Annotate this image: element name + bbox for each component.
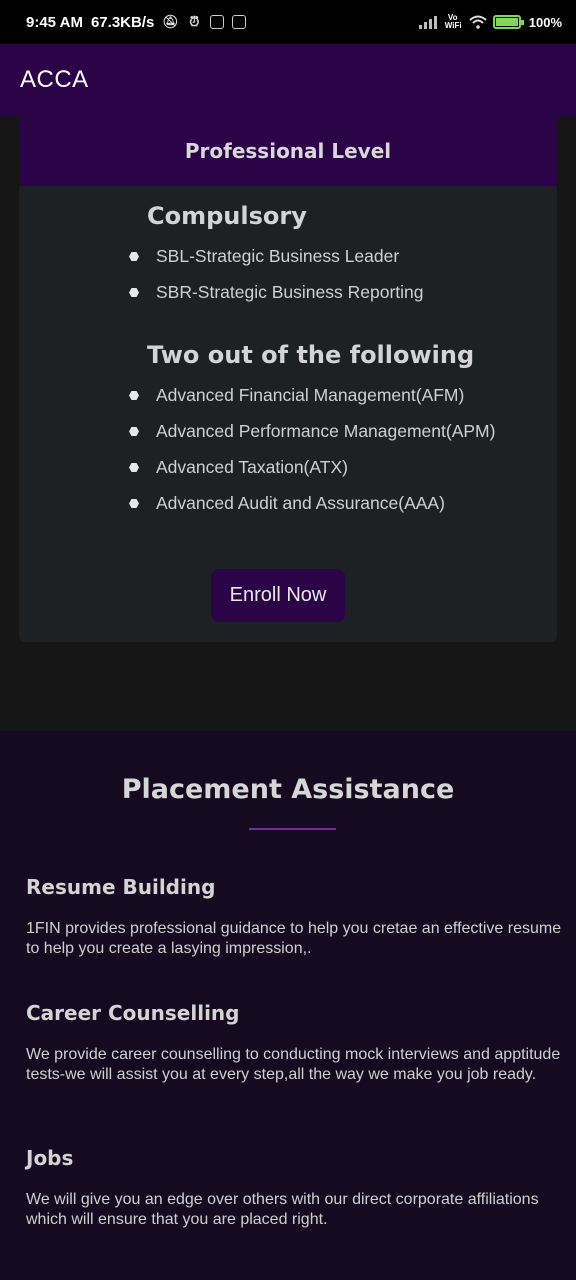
list-item-label: SBR-Strategic Business Reporting — [156, 282, 424, 302]
alarm-icon: ⏰︎ — [189, 14, 200, 29]
jobs-heading: Jobs — [26, 1146, 74, 1170]
battery-percent: 100% — [528, 14, 562, 30]
bullet-icon — [129, 252, 139, 261]
card-header: Professional Level — [19, 116, 557, 186]
bullet-icon — [129, 427, 139, 436]
list-item-label: Advanced Taxation(ATX) — [156, 457, 348, 477]
career-counselling-heading: Career Counselling — [26, 1001, 240, 1025]
resume-building-text: 1FIN provides professional guidance to h… — [26, 920, 562, 957]
list-item: SBL-Strategic Business Leader — [129, 246, 399, 267]
placement-title: Placement Assistance — [121, 774, 455, 805]
bullet-icon — [129, 391, 139, 400]
list-item-label: SBL-Strategic Business Leader — [156, 246, 400, 266]
resume-building-heading: Resume Building — [26, 875, 216, 899]
mute-icon: 🔕︎ — [162, 14, 179, 29]
wifi-icon — [469, 15, 487, 29]
list-item-label: Advanced Financial Management(AFM) — [156, 385, 465, 405]
compulsory-heading: Compulsory — [147, 202, 307, 230]
professional-level-card: Professional Level Compulsory SBL-Strate… — [19, 116, 557, 642]
list-item: Advanced Audit and Assurance(AAA) — [129, 493, 445, 514]
list-item-label: Advanced Audit and Assurance(AAA) — [156, 493, 445, 513]
list-item: Advanced Financial Management(AFM) — [129, 385, 464, 406]
signal-icon — [418, 15, 437, 29]
enroll-now-button[interactable]: Enroll Now — [211, 569, 345, 622]
placement-section: Placement Assistance Resume Building 1FI… — [0, 731, 576, 1280]
bullet-icon — [129, 288, 139, 297]
bullet-icon — [129, 499, 139, 508]
notification-icon-2 — [232, 15, 247, 29]
list-item: Advanced Taxation(ATX) — [129, 457, 348, 478]
status-speed: 67.3KB/s — [90, 13, 155, 31]
app-bar: ACCA — [0, 44, 576, 116]
list-item: SBR-Strategic Business Reporting — [129, 282, 423, 303]
bullet-icon — [129, 463, 139, 472]
status-bar: 9:45 AM 67.3KB/s 🔕︎ ⏰︎ Vo WiFi 100% — [0, 0, 576, 44]
card-title: Professional Level — [184, 139, 392, 163]
status-time: 9:45 AM — [26, 13, 83, 31]
career-counselling-text: We provide career counselling to conduct… — [26, 1046, 561, 1083]
notification-icon — [210, 15, 225, 29]
app-title: ACCA — [20, 66, 89, 93]
course-section: Professional Level Compulsory SBL-Strate… — [0, 116, 576, 731]
jobs-text: We will give you an edge over others wit… — [26, 1191, 539, 1228]
title-divider — [249, 828, 336, 830]
vowifi-label: Vo WiFi — [444, 13, 462, 30]
battery-icon — [492, 15, 524, 29]
list-item: Advanced Performance Management(APM) — [129, 421, 495, 442]
optional-heading: Two out of the following — [147, 341, 475, 369]
list-item-label: Advanced Performance Management(APM) — [156, 421, 496, 441]
